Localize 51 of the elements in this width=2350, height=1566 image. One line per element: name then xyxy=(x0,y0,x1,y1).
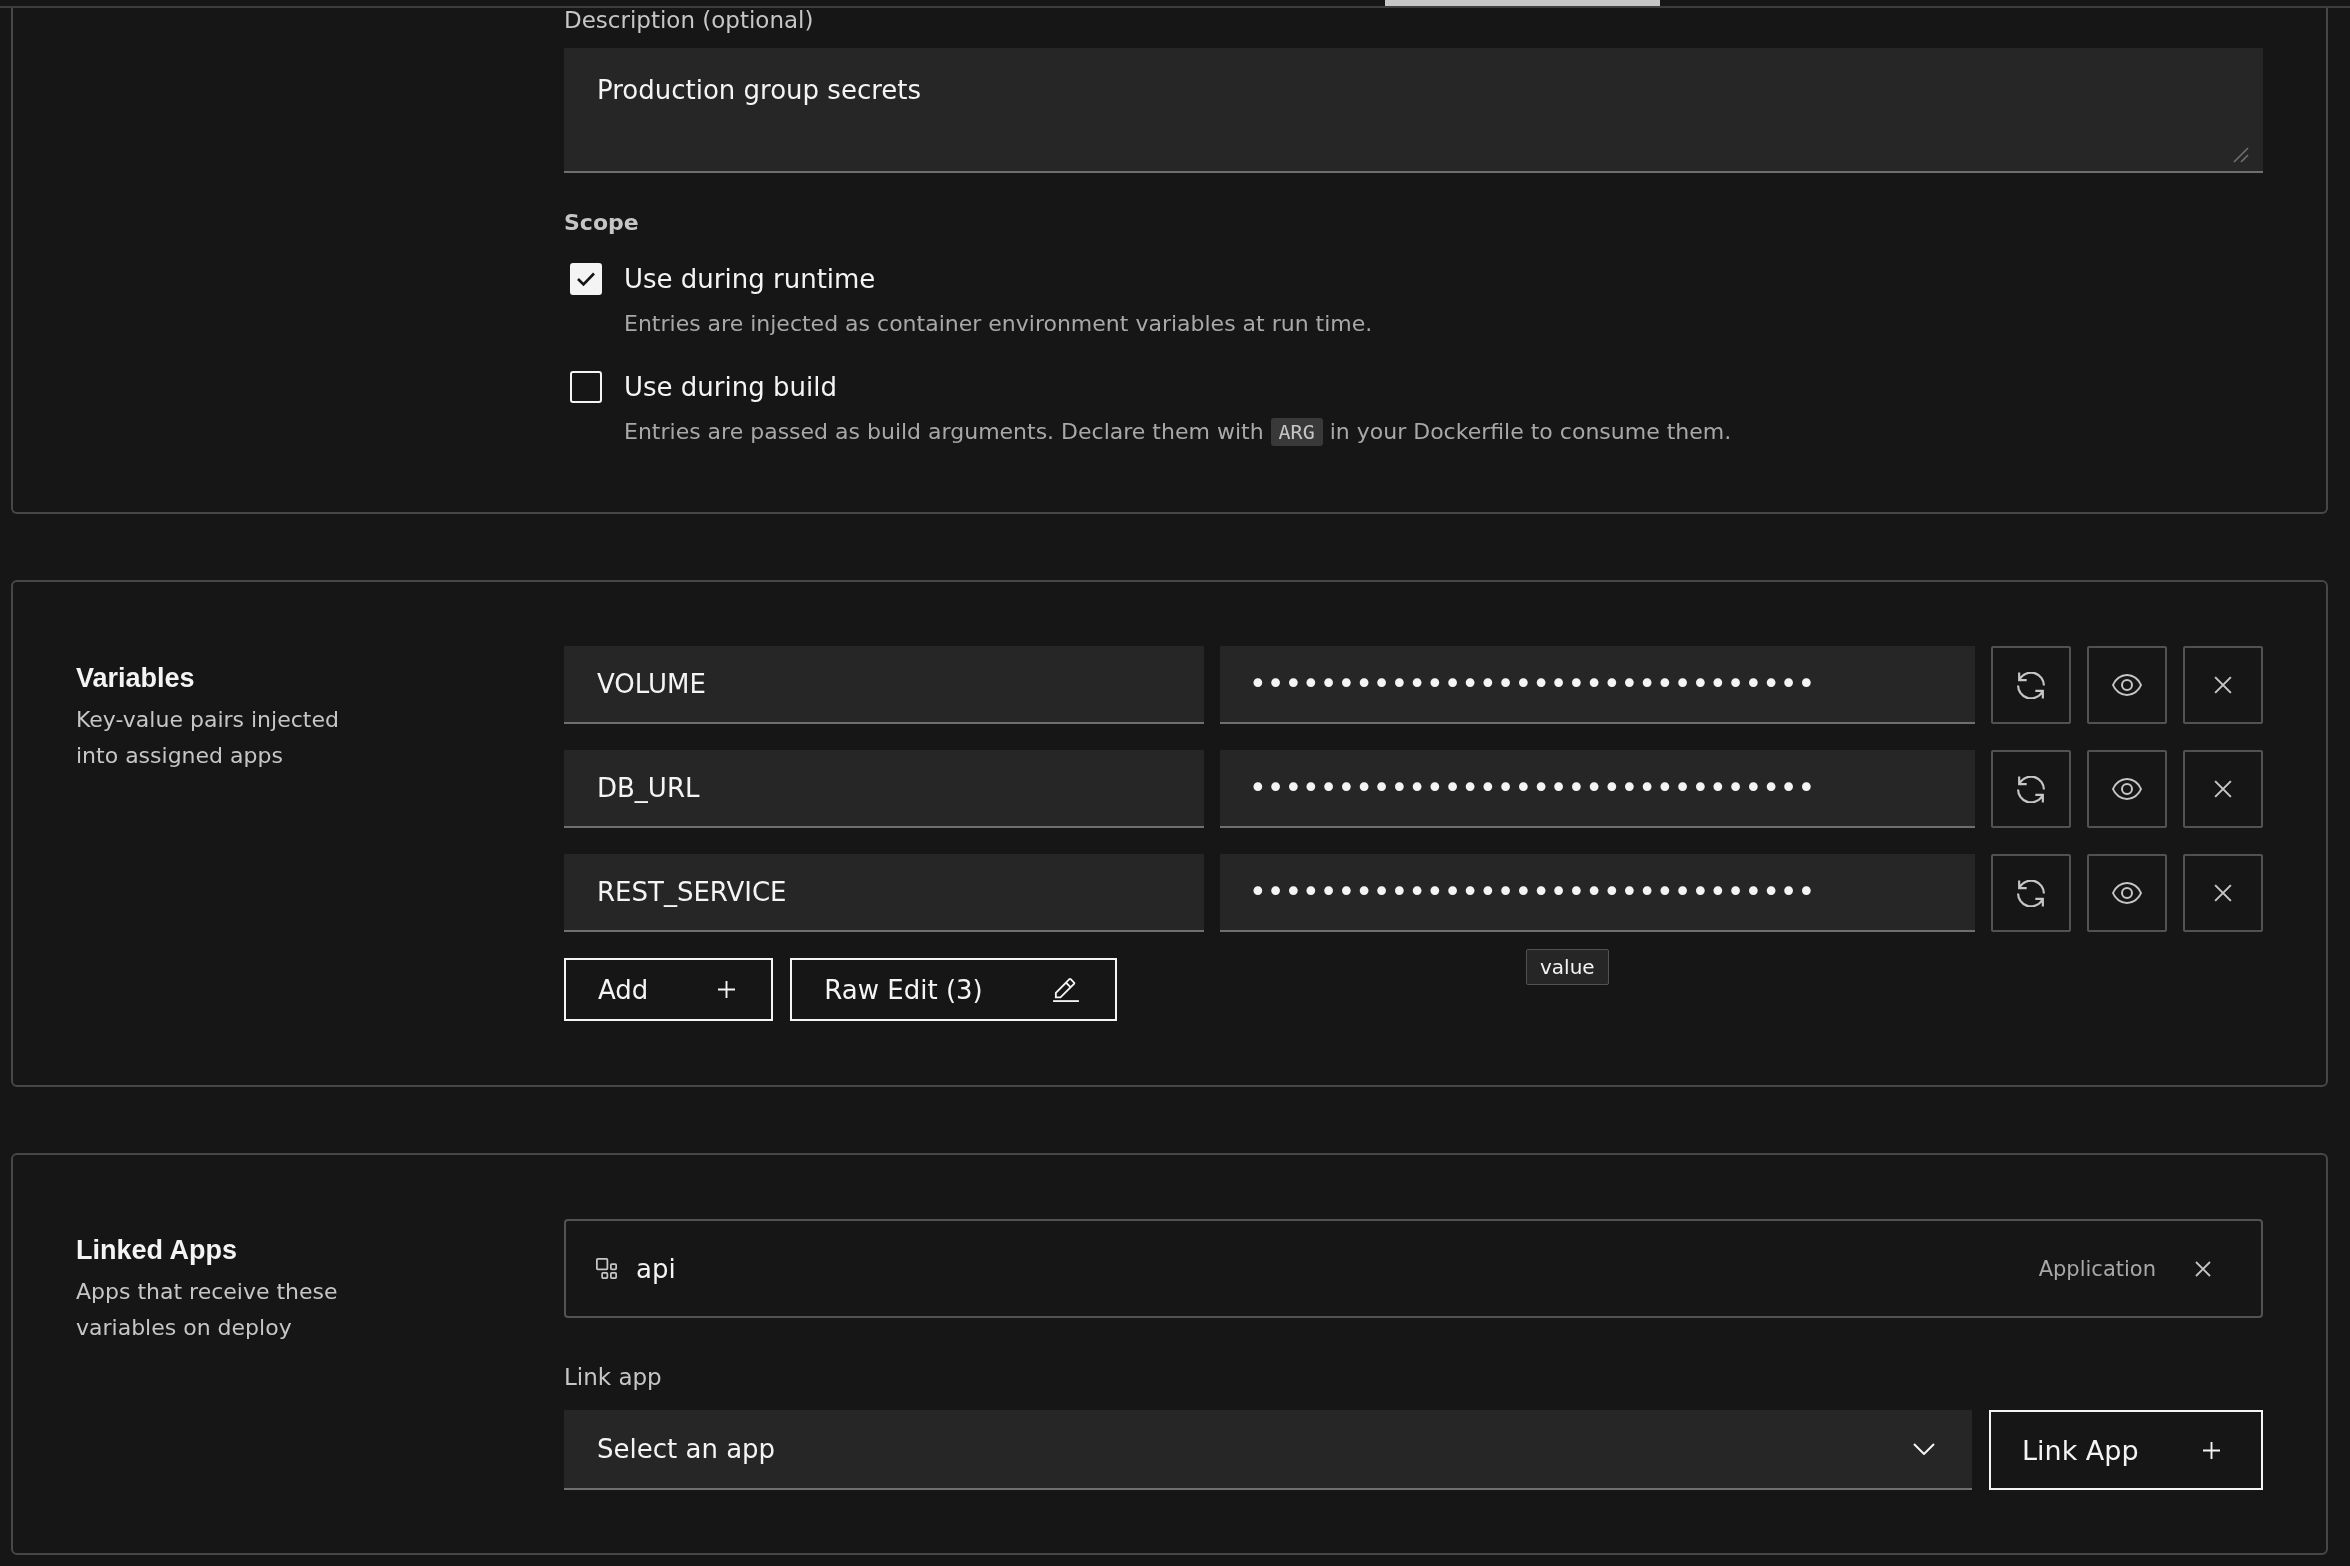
reveal-button[interactable] xyxy=(2087,646,2167,724)
chevron-down-icon xyxy=(1913,1443,1935,1455)
section-title: Linked Apps xyxy=(76,1234,237,1267)
add-button[interactable]: Add xyxy=(564,958,774,1021)
reveal-button[interactable] xyxy=(2087,854,2167,932)
raw-edit-button[interactable]: Raw Edit (3) xyxy=(790,958,1117,1021)
field-label: Description (optional) xyxy=(564,8,814,32)
eye-icon xyxy=(2112,674,2142,696)
value-field[interactable]: •••••••••••••••••••••••••••••••• xyxy=(1220,646,1975,724)
refresh-button[interactable] xyxy=(1991,646,2071,724)
plus-icon xyxy=(2203,1441,2220,1459)
plus-icon xyxy=(718,981,736,998)
help-text: Entries are injected as container environment variables at run time. xyxy=(624,310,1373,338)
pencil-icon xyxy=(1052,977,1079,1002)
unlink-button[interactable] xyxy=(2195,1260,2211,1277)
key-field[interactable]: REST_SERVICE xyxy=(564,854,1204,932)
close-icon xyxy=(2214,780,2232,798)
app-type: Application xyxy=(2038,1256,2156,1281)
eye-icon xyxy=(2112,778,2142,800)
close-icon xyxy=(2214,884,2232,902)
app-grid-icon xyxy=(596,1258,617,1279)
app-name: api xyxy=(636,1253,676,1284)
field-label: Link app xyxy=(564,1364,662,1390)
eye-icon xyxy=(2112,882,2142,904)
tooltip: value xyxy=(1526,949,1609,985)
checkbox-label[interactable]: Use during runtime xyxy=(624,262,876,296)
refresh-icon xyxy=(2017,879,2045,907)
help-text: Entries are passed as build arguments. Declare them with ARG in your Dockerfile to consume them. xyxy=(624,417,1732,448)
scope-label: Scope xyxy=(564,210,639,236)
link-app-button[interactable]: Link App xyxy=(1989,1410,2263,1490)
description-field[interactable]: Production group secrets xyxy=(564,48,2263,173)
value-field[interactable]: •••••••••••••••••••••••••••••••• xyxy=(1220,750,1975,828)
section-title: Variables xyxy=(76,662,195,695)
refresh-button[interactable] xyxy=(1991,854,2071,932)
key-field[interactable]: DB_URL xyxy=(564,750,1204,828)
close-icon xyxy=(2214,676,2232,694)
reveal-button[interactable] xyxy=(2087,750,2167,828)
key-field[interactable]: VOLUME xyxy=(564,646,1204,724)
checkbox-label[interactable]: Use during build xyxy=(624,370,837,404)
app-select[interactable]: Select an app xyxy=(564,1410,1972,1490)
refresh-icon xyxy=(2017,775,2045,803)
refresh-icon xyxy=(2017,671,2045,699)
checkbox[interactable] xyxy=(570,263,602,295)
checkbox[interactable] xyxy=(570,371,602,403)
section-description: Apps that receive these variables on deploy xyxy=(76,1278,339,1342)
refresh-button[interactable] xyxy=(1991,750,2071,828)
resize-grip-icon xyxy=(2233,147,2249,163)
close-icon xyxy=(2195,1260,2211,1277)
section-description: Key-value pairs injected into assigned apps xyxy=(76,706,340,770)
checkmark-icon xyxy=(576,271,596,287)
value-field[interactable]: •••••••••••••••••••••••••••••••• xyxy=(1220,854,1975,932)
